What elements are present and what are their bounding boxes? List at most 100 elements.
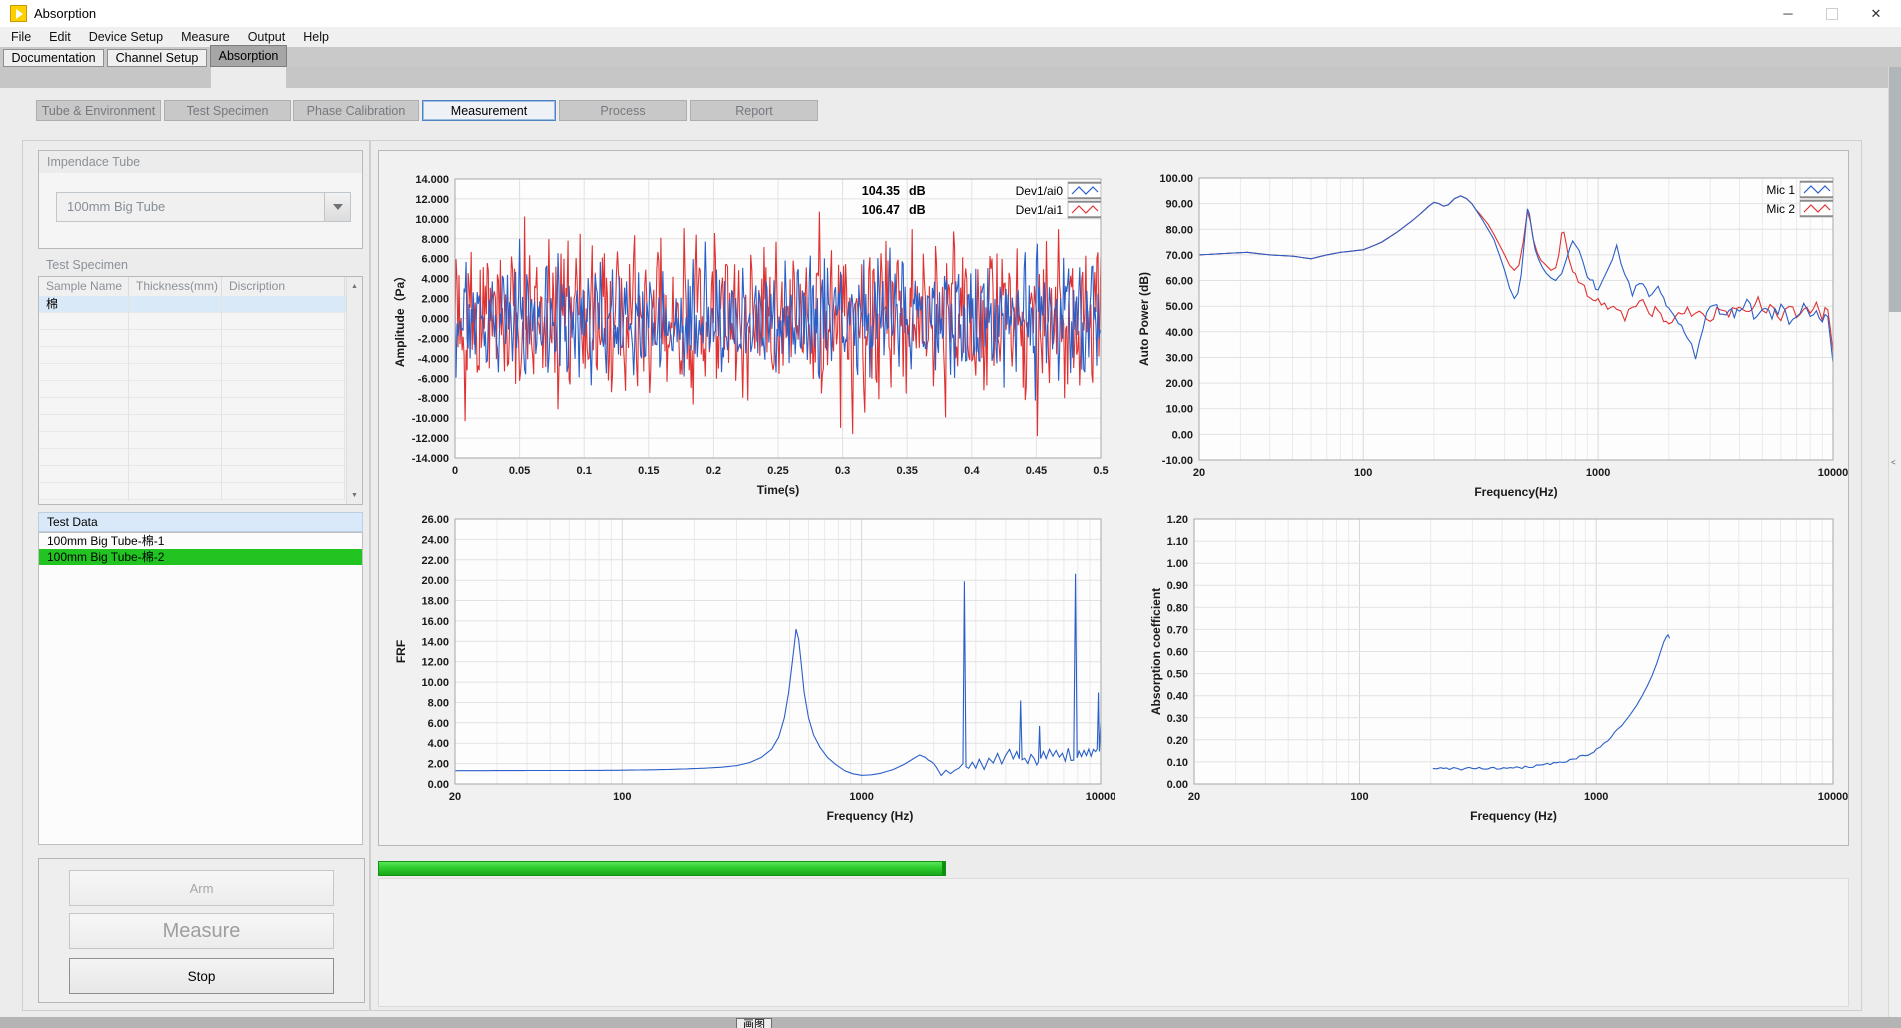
table-row[interactable]: 棉 <box>39 296 362 313</box>
column-header-discription: Discription <box>222 277 345 296</box>
svg-text:0.60: 0.60 <box>1167 647 1188 659</box>
table-row[interactable] <box>39 415 362 432</box>
table-cell <box>39 483 129 500</box>
test-data-list: 100mm Big Tube-棉-1100mm Big Tube-棉-2 <box>38 532 363 845</box>
measure-button[interactable]: Measure <box>69 913 334 949</box>
arm-button[interactable]: Arm <box>69 870 334 906</box>
svg-text:6.000: 6.000 <box>421 254 449 266</box>
table-row[interactable] <box>39 313 362 330</box>
chevron-down-icon <box>333 204 343 210</box>
play-arrow-icon <box>16 9 23 19</box>
lower-panel <box>378 878 1849 1007</box>
svg-text:70.00: 70.00 <box>1165 250 1193 262</box>
svg-text:10000: 10000 <box>1086 791 1115 803</box>
scroll-up-icon[interactable]: ▲ <box>347 279 362 293</box>
menu-item-measure[interactable]: Measure <box>172 27 239 47</box>
close-button[interactable]: ✕ <box>1854 0 1898 27</box>
svg-text:-8.000: -8.000 <box>418 393 449 405</box>
svg-text:1000: 1000 <box>1586 467 1610 479</box>
svg-text:20.00: 20.00 <box>1165 378 1193 390</box>
subtab-phase-calibration[interactable]: Phase Calibration <box>293 100 419 121</box>
svg-text:Time(s): Time(s) <box>757 483 799 497</box>
measurement-buttons-box: Arm Measure Stop <box>38 858 365 1003</box>
maximize-button[interactable] <box>1810 0 1854 27</box>
menu-item-help[interactable]: Help <box>294 27 338 47</box>
svg-text:14.000: 14.000 <box>415 174 449 186</box>
bottom-tab[interactable]: 画图 <box>736 1018 772 1028</box>
svg-text:0.5: 0.5 <box>1093 465 1108 477</box>
table-row[interactable] <box>39 347 362 364</box>
test-data-item[interactable]: 100mm Big Tube-棉-1 <box>39 533 362 549</box>
subtab-measurement[interactable]: Measurement <box>422 100 556 121</box>
table-cell <box>39 432 129 449</box>
table-row[interactable] <box>39 466 362 483</box>
stop-button[interactable]: Stop <box>69 958 334 994</box>
tab-documentation[interactable]: Documentation <box>3 49 104 67</box>
table-cell <box>129 347 222 364</box>
table-scrollbar[interactable]: ▲ ▼ <box>346 277 362 504</box>
table-cell <box>129 398 222 415</box>
table-cell <box>39 415 129 432</box>
legend-item-mic-2[interactable]: Mic 2 <box>1766 200 1833 217</box>
svg-text:Mic 2: Mic 2 <box>1766 202 1795 216</box>
table-cell <box>129 483 222 500</box>
legend-item-dev1-ai1[interactable]: Dev1/ai1 <box>1016 201 1101 218</box>
subtab-report[interactable]: Report <box>690 100 818 121</box>
table-cell <box>129 313 222 330</box>
legend-item-dev1-ai0[interactable]: Dev1/ai0 <box>1016 182 1101 199</box>
svg-text:1.20: 1.20 <box>1167 514 1188 526</box>
subtab-tube-environment[interactable]: Tube & Environment <box>36 100 161 121</box>
table-row[interactable] <box>39 449 362 466</box>
legend-item-mic-1[interactable]: Mic 1 <box>1766 181 1833 198</box>
menu-item-edit[interactable]: Edit <box>40 27 80 47</box>
test-data-header: Test Data <box>38 512 363 532</box>
svg-text:0.40: 0.40 <box>1167 691 1188 703</box>
tube-select-dropdown[interactable]: 100mm Big Tube <box>56 192 351 222</box>
impedance-tube-section: Impendace Tube 100mm Big Tube <box>38 150 363 249</box>
table-cell <box>39 330 129 347</box>
vertical-scrollbar[interactable]: < <box>1888 67 1901 1017</box>
application-window: Absorption ─ ✕ FileEditDevice SetupMeasu… <box>0 0 1901 1028</box>
svg-text:10.00: 10.00 <box>1165 404 1193 416</box>
svg-text:0.50: 0.50 <box>1167 669 1188 681</box>
svg-text:12.000: 12.000 <box>415 194 449 206</box>
dropdown-button[interactable] <box>324 193 350 221</box>
tube-select-value: 100mm Big Tube <box>57 193 165 221</box>
svg-text:Frequency (Hz): Frequency (Hz) <box>1470 809 1557 823</box>
collapse-left-icon[interactable]: < <box>1891 458 1896 467</box>
svg-text:Frequency (Hz): Frequency (Hz) <box>827 809 914 823</box>
table-cell <box>129 415 222 432</box>
svg-text:20: 20 <box>449 791 461 803</box>
scroll-down-icon[interactable]: ▼ <box>347 488 362 502</box>
column-header-sample-name: Sample Name <box>39 277 129 296</box>
tab-channel-setup[interactable]: Channel Setup <box>107 49 207 67</box>
svg-text:10.00: 10.00 <box>421 677 449 689</box>
subtab-process[interactable]: Process <box>559 100 687 121</box>
svg-text:0.10: 0.10 <box>1167 757 1188 769</box>
table-row[interactable] <box>39 432 362 449</box>
svg-text:0.20: 0.20 <box>1167 735 1188 747</box>
menu-item-output[interactable]: Output <box>239 27 295 47</box>
svg-text:20: 20 <box>1188 791 1200 803</box>
table-row[interactable] <box>39 483 362 500</box>
window-title: Absorption <box>34 0 96 27</box>
svg-text:12.00: 12.00 <box>421 657 449 669</box>
svg-text:22.00: 22.00 <box>421 555 449 567</box>
table-row[interactable] <box>39 364 362 381</box>
table-cell <box>39 313 129 330</box>
table-row[interactable] <box>39 398 362 415</box>
minimize-button[interactable]: ─ <box>1766 0 1810 27</box>
menu-item-file[interactable]: File <box>2 27 40 47</box>
scrollbar-thumb[interactable] <box>1889 67 1901 312</box>
menu-item-device-setup[interactable]: Device Setup <box>80 27 172 47</box>
table-cell <box>222 449 345 466</box>
table-cell <box>39 466 129 483</box>
test-data-item[interactable]: 100mm Big Tube-棉-2 <box>39 549 362 565</box>
maximize-icon <box>1826 8 1838 20</box>
tab-absorption[interactable]: Absorption <box>210 45 287 67</box>
table-row[interactable] <box>39 330 362 347</box>
svg-text:1000: 1000 <box>1584 791 1608 803</box>
table-row[interactable] <box>39 381 362 398</box>
svg-text:dB: dB <box>909 184 926 198</box>
subtab-test-specimen[interactable]: Test Specimen <box>164 100 291 121</box>
